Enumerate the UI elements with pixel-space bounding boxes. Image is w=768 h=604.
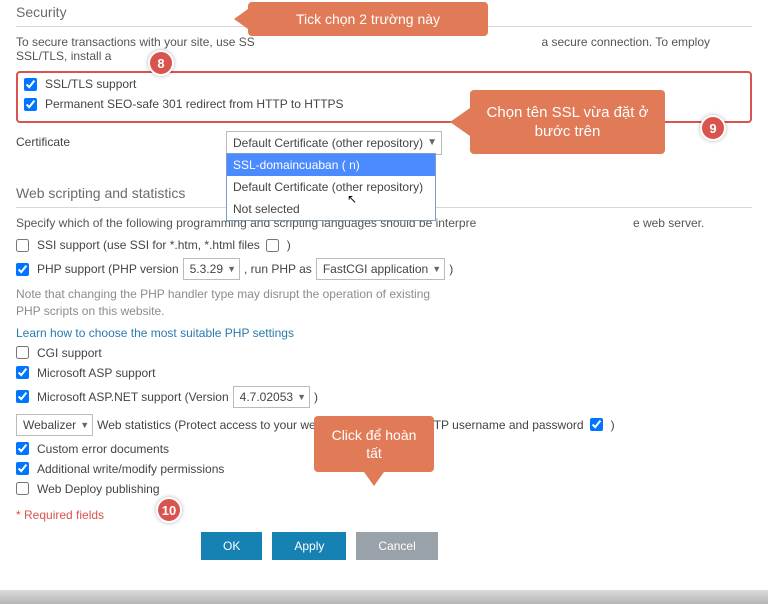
php-note: Note that changing the PHP handler type … (16, 286, 752, 320)
php-mode-value: FastCGI application (323, 260, 428, 278)
webdeploy-checkbox[interactable] (16, 482, 29, 495)
certificate-option-ssl[interactable]: SSL-domaincuaban ( n) (227, 154, 435, 176)
annotation-tick-fields: Tick chọn 2 trường này (248, 2, 488, 36)
required-fields-note: * Required fields (16, 508, 752, 522)
security-desc-left: To secure transactions with your site, u… (16, 35, 255, 49)
ssi-label: SSI support (use SSI for *.htm, *.html f… (37, 238, 260, 252)
ssl-tls-label: SSL/TLS support (45, 77, 136, 91)
certificate-select[interactable]: Default Certificate (other repository) ▼ (226, 131, 442, 155)
aspnet-version-value: 4.7.02053 (240, 388, 293, 406)
php-version-value: 5.3.29 (190, 260, 223, 278)
php-note-line2: PHP scripts on this website. (16, 303, 752, 320)
ssi-checkbox[interactable] (16, 239, 29, 252)
certificate-selected-value: Default Certificate (other repository) (233, 136, 423, 150)
webstats-close: ) (611, 418, 615, 432)
annotation-click-finish: Click để hoàn tất (314, 416, 434, 472)
cgi-checkbox[interactable] (16, 346, 29, 359)
scripting-desc-tail: e web server. (633, 216, 704, 230)
write-modify-checkbox[interactable] (16, 462, 29, 475)
php-mode-select[interactable]: FastCGI application ▼ (316, 258, 445, 280)
chevron-down-icon: ▼ (80, 416, 89, 434)
webstats-engine-select[interactable]: Webalizer ▼ (16, 414, 93, 436)
step-badge-8: 8 (148, 50, 174, 76)
certificate-label: Certificate (16, 131, 226, 153)
aspnet-label: Microsoft ASP.NET support (Version (37, 390, 229, 404)
step-badge-9: 9 (700, 115, 726, 141)
cgi-label: CGI support (37, 346, 102, 360)
aspnet-version-select[interactable]: 4.7.02053 ▼ (233, 386, 310, 408)
ssl-tls-checkbox[interactable] (24, 78, 37, 91)
write-modify-label: Additional write/modify permissions (37, 462, 224, 476)
webstats-engine-value: Webalizer (23, 416, 76, 434)
aspnet-checkbox[interactable] (16, 390, 29, 403)
chevron-down-icon: ▼ (297, 388, 306, 406)
custom-error-checkbox[interactable] (16, 442, 29, 455)
custom-error-label: Custom error documents (37, 442, 169, 456)
php-note-line1: Note that changing the PHP handler type … (16, 286, 752, 303)
certificate-option-default[interactable]: Default Certificate (other repository) (227, 176, 435, 198)
run-php-as-label: , run PHP as (244, 262, 312, 276)
php-checkbox[interactable] (16, 263, 29, 276)
annotation-choose-ssl: Chọn tên SSL vừa đặt ở bước trên (470, 90, 665, 154)
aspnet-close: ) (314, 390, 318, 404)
certificate-option-none[interactable]: Not selected (227, 198, 435, 220)
chevron-down-icon: ▼ (227, 260, 236, 278)
webdeploy-label: Web Deploy publishing (37, 482, 160, 496)
cancel-button[interactable]: Cancel (356, 532, 437, 560)
redirect-label: Permanent SEO-safe 301 redirect from HTT… (45, 97, 344, 111)
step-badge-10: 10 (156, 497, 182, 523)
php-close: ) (449, 262, 453, 276)
ssi-files-checkbox[interactable] (266, 239, 279, 252)
chevron-down-icon: ▼ (427, 134, 437, 152)
php-version-select[interactable]: 5.3.29 ▼ (183, 258, 240, 280)
asp-checkbox[interactable] (16, 366, 29, 379)
webstats-protect-checkbox[interactable] (590, 418, 603, 431)
php-settings-link[interactable]: Learn how to choose the most suitable PH… (16, 326, 752, 340)
security-desc: To secure transactions with your site, u… (16, 35, 752, 63)
apply-button[interactable]: Apply (272, 532, 346, 560)
redirect-checkbox[interactable] (24, 98, 37, 111)
php-label: PHP support (PHP version (37, 262, 179, 276)
chevron-down-icon: ▼ (432, 260, 441, 278)
ssi-close: ) (287, 238, 291, 252)
ok-button[interactable]: OK (201, 532, 262, 560)
page-bottom-shadow (0, 590, 768, 604)
asp-label: Microsoft ASP support (37, 366, 156, 380)
certificate-dropdown: SSL-domaincuaban ( n) Default Certificat… (226, 153, 436, 221)
